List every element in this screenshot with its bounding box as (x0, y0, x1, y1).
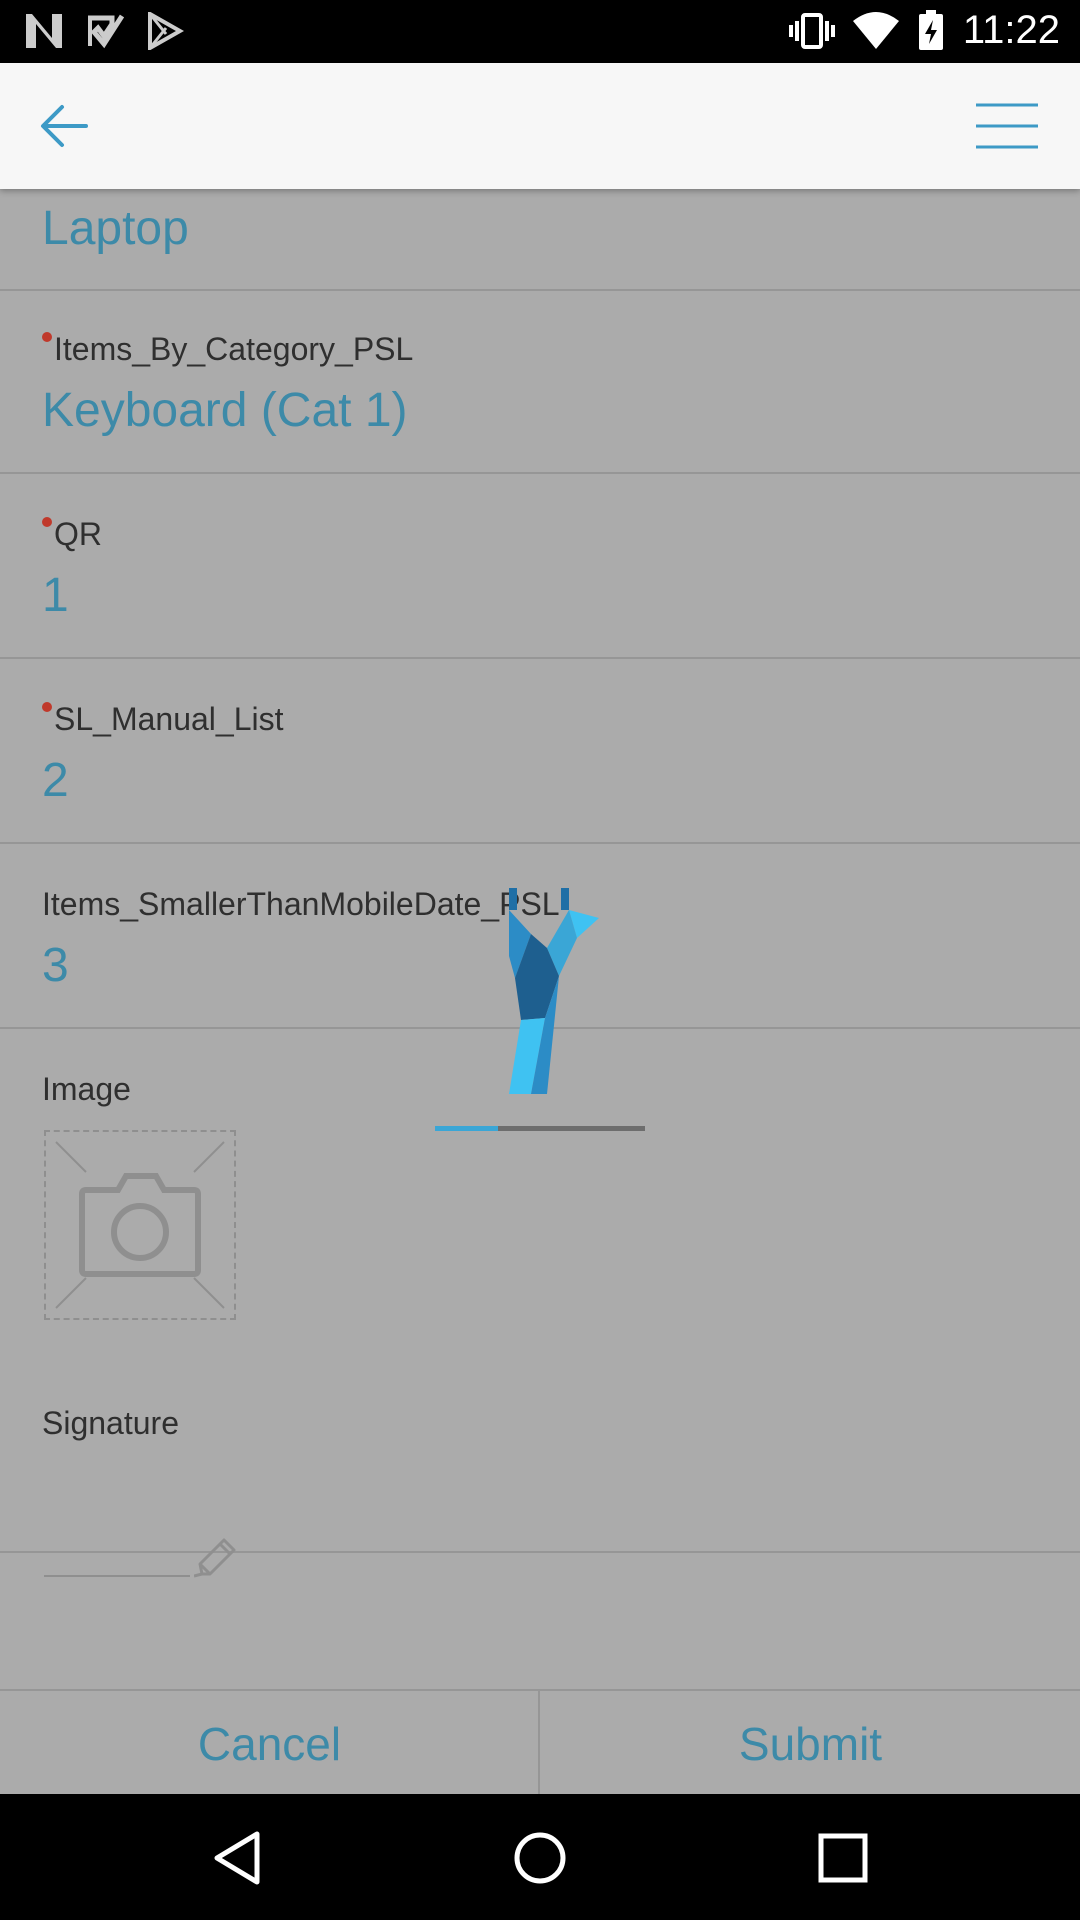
form-field-qr[interactable]: QR 1 (0, 474, 1080, 659)
nav-recents-icon[interactable] (811, 1826, 875, 1890)
loading-progress-track (435, 1126, 645, 1131)
status-bar: 11:22 (0, 0, 1080, 63)
wifi-icon (852, 11, 899, 49)
hamburger-menu-icon[interactable] (974, 101, 1040, 151)
field-label-image: Image (42, 1071, 131, 1107)
nav-back-icon[interactable] (205, 1826, 269, 1890)
form-field-items-by-category[interactable]: Items_By_Category_PSL Keyboard (Cat 1) (0, 289, 1080, 474)
action-bar: Cancel Submit (0, 1689, 1080, 1796)
status-time: 11:22 (962, 8, 1060, 52)
app-bar (0, 63, 1080, 189)
camera-icon (55, 1141, 225, 1309)
notification-n-icon (26, 14, 62, 48)
form-field-sl-manual-list[interactable]: SL_Manual_List 2 (0, 659, 1080, 844)
nav-home-icon[interactable] (508, 1826, 572, 1890)
field-value-sl-manual-list: 2 (42, 754, 69, 807)
loading-logo-icon (509, 888, 599, 1094)
submit-button[interactable]: Submit (541, 1691, 1080, 1796)
image-picker[interactable] (44, 1130, 236, 1320)
battery-charging-icon (918, 9, 943, 50)
field-value-items-by-category: Keyboard (Cat 1) (42, 384, 408, 437)
field-label-items-by-category: Items_By_Category_PSL (42, 331, 413, 368)
pencil-icon[interactable] (194, 1536, 238, 1580)
field-value-category: Laptop (42, 202, 189, 255)
system-nav-bar (0, 1794, 1080, 1920)
loading-indicator (435, 886, 645, 1136)
notification-check-icon (88, 14, 124, 49)
signature-line[interactable] (44, 1575, 190, 1577)
form-field-signature: Signature (0, 1363, 1080, 1689)
field-value-items-smaller: 3 (42, 939, 69, 992)
cancel-button[interactable]: Cancel (0, 1691, 539, 1796)
field-label-sl-manual-list: SL_Manual_List (42, 701, 283, 738)
action-divider (538, 1691, 540, 1796)
required-dot (42, 517, 52, 527)
form-field-category[interactable]: Laptop (0, 189, 1080, 291)
required-dot (42, 702, 52, 712)
field-value-qr: 1 (42, 569, 69, 622)
field-label-signature: Signature (42, 1405, 179, 1441)
vibrate-icon (788, 12, 835, 49)
required-dot (42, 332, 52, 342)
field-label-qr: QR (42, 516, 102, 553)
loading-progress-fill (435, 1126, 498, 1131)
play-store-icon (148, 12, 184, 50)
arrow-left-icon[interactable] (36, 101, 92, 151)
